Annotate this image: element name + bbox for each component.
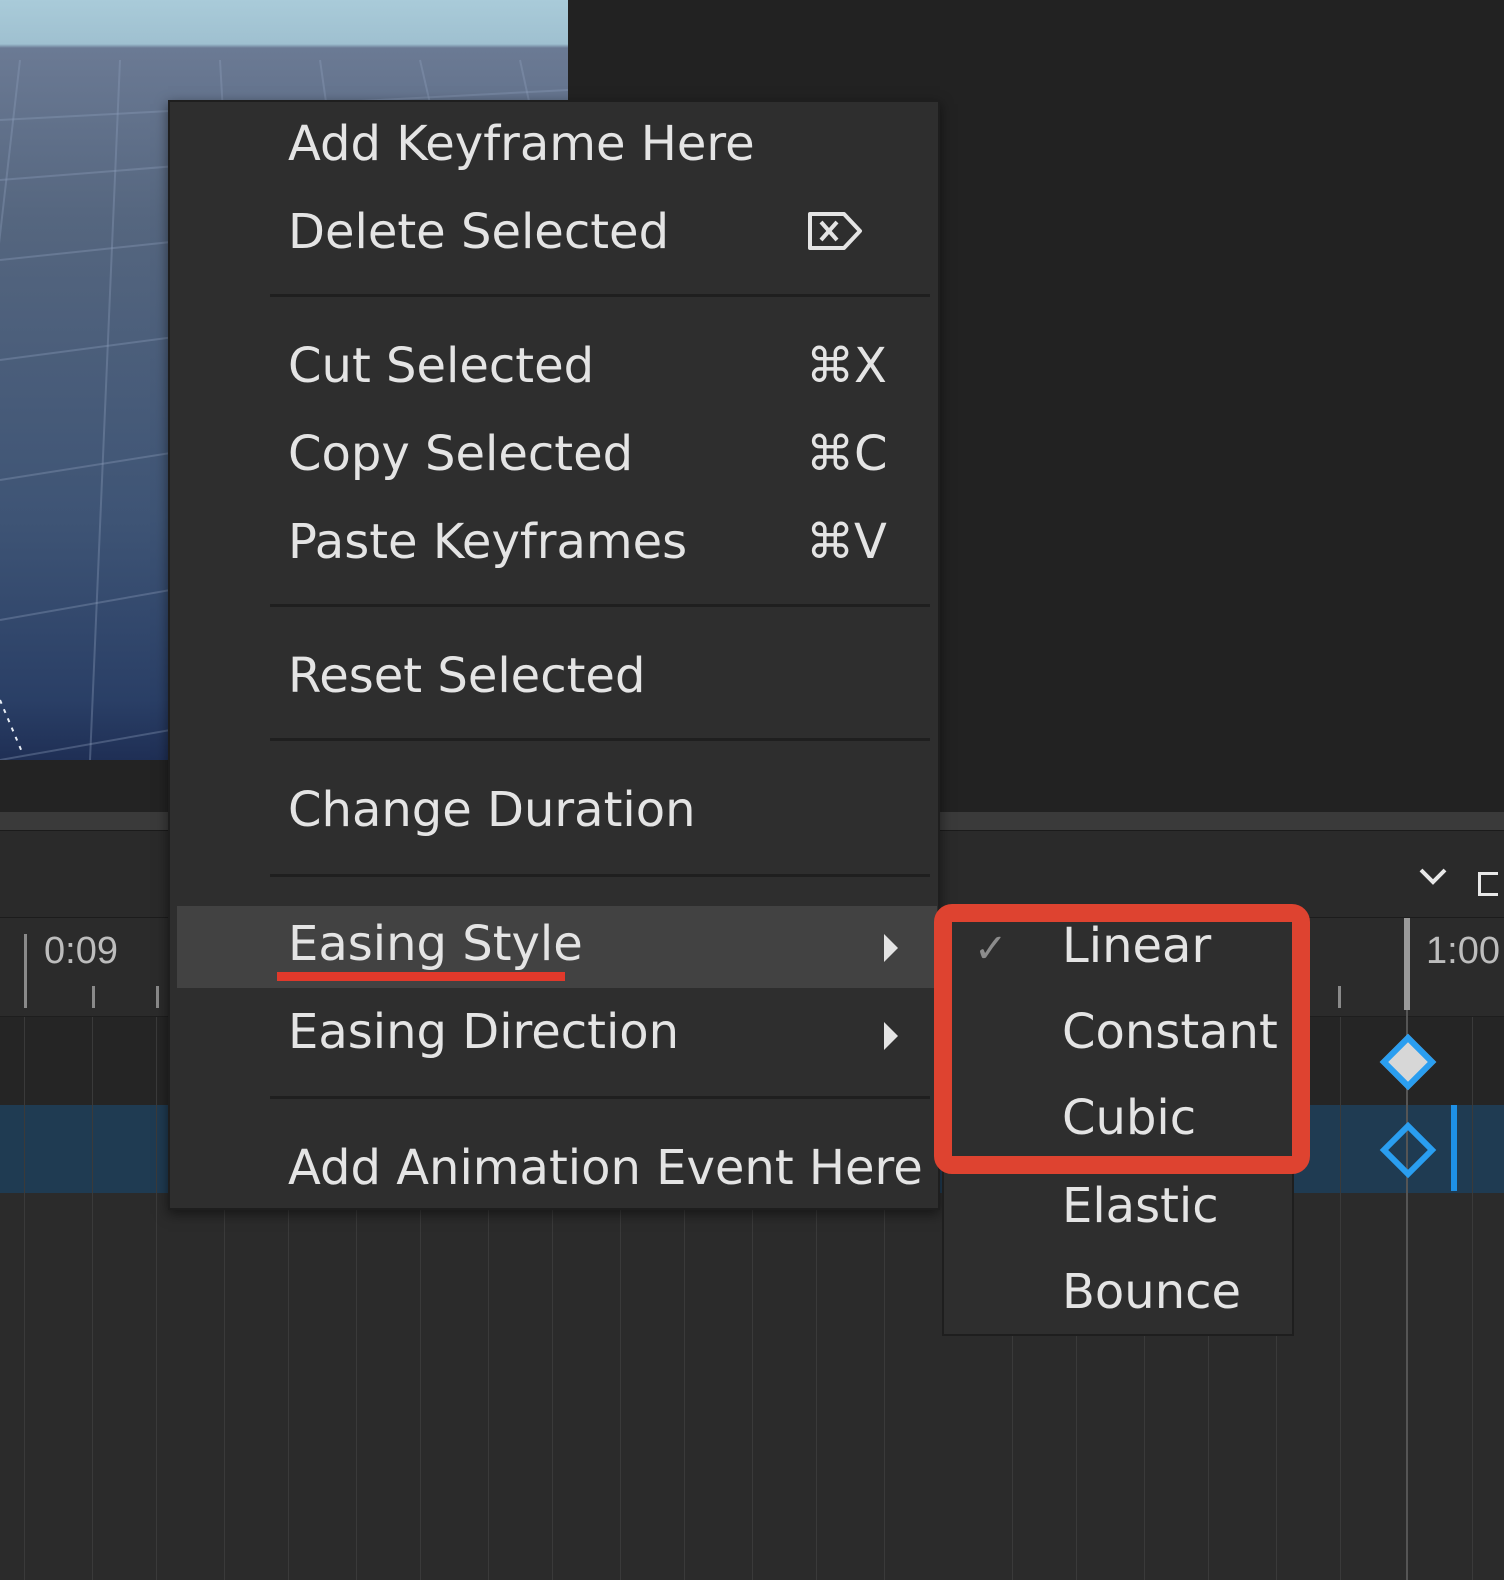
submenu-item-label: Elastic [1062, 1178, 1219, 1234]
grid-line [24, 1017, 25, 1580]
playhead-line [1406, 1010, 1408, 1580]
shortcut-label: ⌘C [806, 426, 888, 482]
chevron-down-icon[interactable] [1418, 866, 1448, 886]
menu-item-add-keyframe[interactable]: Add Keyframe Here [170, 106, 938, 188]
grid-line [156, 1017, 157, 1580]
menu-item-label: Easing Style [288, 916, 583, 972]
submenu-item-bounce[interactable]: Bounce [944, 1254, 1292, 1340]
menu-item-label: Paste Keyframes [288, 514, 688, 570]
annotation-highlight-box [934, 904, 1310, 1174]
minor-tick [92, 986, 95, 1008]
major-tick [24, 934, 27, 1008]
menu-item-easing-direction[interactable]: Easing Direction [170, 994, 938, 1076]
menu-separator [270, 1096, 930, 1099]
menu-item-label: Add Animation Event Here [288, 1140, 923, 1196]
shortcut-label: ⌘X [806, 338, 887, 394]
grid-line [92, 1017, 93, 1580]
submenu-arrow-icon [884, 934, 898, 962]
grid-line [1472, 1017, 1473, 1580]
panel-toggle-icon[interactable] [1478, 872, 1498, 896]
menu-separator [270, 604, 930, 607]
menu-item-label: Easing Direction [288, 1004, 680, 1060]
grid-line [1340, 1017, 1341, 1580]
shortcut-label: ⌘V [806, 514, 887, 570]
menu-item-label: Copy Selected [288, 426, 634, 482]
menu-separator [270, 874, 930, 877]
menu-item-label: Change Duration [288, 782, 696, 838]
menu-item-cut-selected[interactable]: Cut Selected ⌘X [170, 328, 938, 410]
menu-item-label: Delete Selected [288, 204, 670, 260]
menu-separator [270, 294, 930, 297]
tick-label-end: 1:00 [1426, 930, 1500, 972]
context-menu: Add Keyframe Here Delete Selected Cut Se… [168, 100, 940, 1210]
menu-item-delete-selected[interactable]: Delete Selected [170, 194, 938, 276]
tick-label-start: 0:09 [44, 930, 118, 972]
menu-item-reset-selected[interactable]: Reset Selected [170, 638, 938, 720]
scrubber-line[interactable] [1451, 1105, 1457, 1191]
minor-tick [1338, 986, 1341, 1008]
annotation-underline [277, 972, 565, 981]
menu-item-paste-keyframes[interactable]: Paste Keyframes ⌘V [170, 504, 938, 586]
delete-forward-icon [808, 212, 862, 250]
menu-item-label: Reset Selected [288, 648, 646, 704]
menu-item-copy-selected[interactable]: Copy Selected ⌘C [170, 416, 938, 498]
playhead-marker[interactable] [1404, 918, 1410, 1010]
menu-item-add-animation-event[interactable]: Add Animation Event Here [170, 1130, 938, 1212]
minor-tick [156, 986, 159, 1008]
menu-item-label: Add Keyframe Here [288, 116, 755, 172]
menu-item-change-duration[interactable]: Change Duration [170, 772, 938, 854]
menu-item-label: Cut Selected [288, 338, 595, 394]
submenu-item-elastic[interactable]: Elastic [944, 1168, 1292, 1254]
submenu-item-label: Bounce [1062, 1264, 1242, 1320]
menu-separator [270, 738, 930, 741]
submenu-arrow-icon [884, 1022, 898, 1050]
